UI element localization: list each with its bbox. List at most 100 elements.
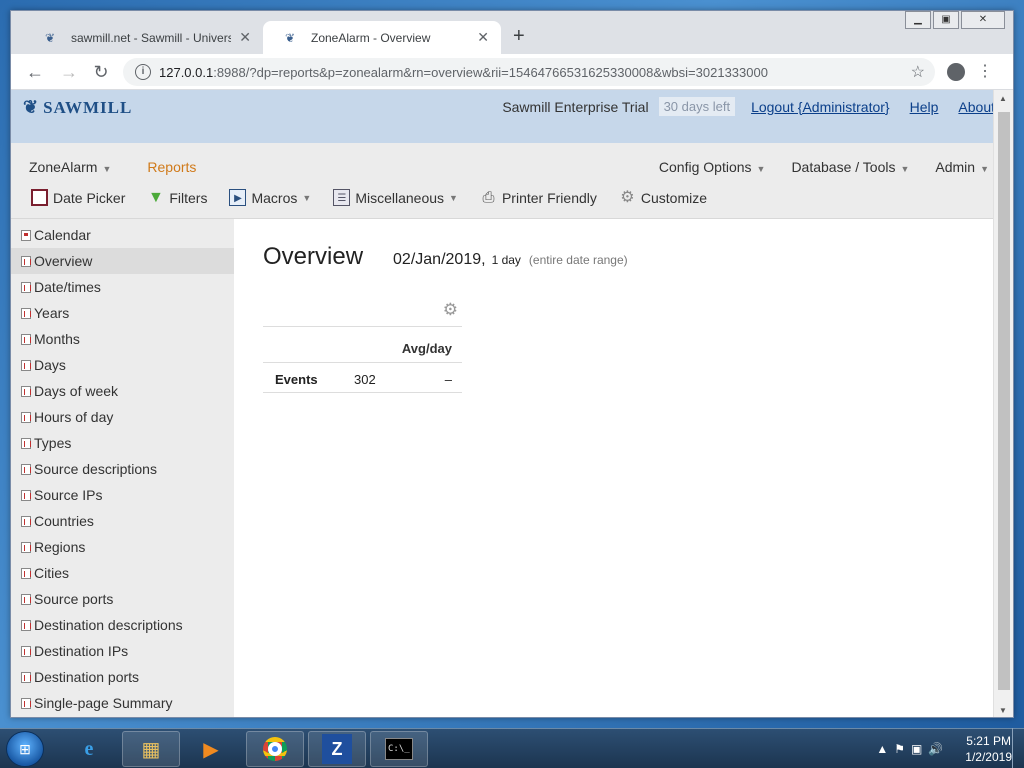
browser-menu-icon[interactable]: ⋮	[977, 60, 993, 84]
database-tools-menu[interactable]: Database / Tools ▼	[791, 159, 909, 175]
media-player-icon[interactable]: ▶	[182, 731, 240, 767]
filters-label: Filters	[169, 189, 208, 206]
maximize-button[interactable]: ▣	[933, 11, 959, 29]
sidebar-item-single-page-summary[interactable]: Single-page Summary	[11, 690, 234, 716]
header-links: Sawmill Enterprise Trial 30 days left Lo…	[502, 97, 995, 116]
sidebar-item-regions[interactable]: Regions	[11, 534, 234, 560]
chevron-down-icon: ▼	[302, 192, 312, 203]
macros-button[interactable]: ▶ Macros ▼	[229, 189, 311, 206]
filters-button[interactable]: ▼ Filters	[147, 189, 208, 206]
profile-menu[interactable]: ZoneAlarm ▼	[29, 159, 111, 175]
menu-right: Config Options ▼ Database / Tools ▼ Admin ▼	[633, 159, 989, 175]
command-prompt-icon[interactable]: C:\_	[370, 731, 428, 767]
printer-icon: ⎙	[482, 189, 495, 206]
calendar-icon	[21, 229, 31, 241]
profile-avatar-icon[interactable]	[947, 63, 965, 81]
about-link[interactable]: About	[958, 99, 995, 115]
play-macro-icon: ▶	[229, 189, 247, 206]
sidebar-item-types[interactable]: Types	[11, 430, 234, 456]
tray-icons[interactable]: ▲⚑▣🔊	[876, 742, 949, 756]
reports-menu[interactable]: Reports	[147, 159, 196, 175]
gear-icon: ⚙	[620, 189, 635, 206]
sidebar-item-destination-ports[interactable]: Destination ports	[11, 664, 234, 690]
report-main: Overview 02/Jan/2019, 1 day (entire date…	[234, 219, 995, 717]
tab-close-icon[interactable]: ✕	[239, 29, 251, 46]
sidebar-item-destination-descriptions[interactable]: Destination descriptions	[11, 612, 234, 638]
scroll-thumb[interactable]	[998, 112, 1010, 690]
report-chart-icon	[21, 489, 31, 501]
tab-zonealarm-overview[interactable]: ❦ ZoneAlarm - Overview ✕	[263, 21, 501, 54]
chevron-down-icon: ▼	[900, 164, 910, 174]
tab-close-icon[interactable]: ✕	[477, 29, 489, 46]
scroll-down-icon[interactable]: ▼	[999, 706, 1007, 715]
report-chart-icon	[21, 515, 31, 527]
config-options-menu[interactable]: Config Options ▼	[659, 159, 766, 175]
report-chart-icon	[21, 437, 31, 449]
help-link[interactable]: Help	[910, 99, 939, 115]
sidebar-item-years[interactable]: Years	[11, 300, 234, 326]
miscellaneous-button[interactable]: ☰ Miscellaneous ▼	[333, 189, 458, 206]
close-window-button[interactable]: ✕	[961, 11, 1005, 29]
start-button[interactable]: ⊞	[6, 731, 44, 767]
logout-link[interactable]: Logout {Administrator}	[751, 99, 890, 115]
sidebar-item-label: Types	[34, 435, 72, 451]
back-icon[interactable]: ←	[23, 60, 47, 84]
sidebar-item-destination-ips[interactable]: Destination IPs	[11, 638, 234, 664]
customize-button[interactable]: ⚙ Customize	[619, 189, 707, 206]
date-picker-button[interactable]: Date Picker	[31, 189, 125, 206]
table-divider	[263, 392, 462, 393]
database-tools-label: Database / Tools	[791, 159, 896, 175]
sidebar-item-source-ports[interactable]: Source ports	[11, 586, 234, 612]
chrome-icon[interactable]	[246, 731, 304, 767]
sidebar-item-days-of-week[interactable]: Days of week	[11, 378, 234, 404]
sidebar-item-label: Regions	[34, 539, 86, 555]
url-path: :8988/?dp=reports&p=zonealarm&rn=overvie…	[213, 64, 768, 80]
sidebar-item-label: Date/times	[34, 279, 101, 295]
internet-explorer-icon[interactable]: e	[60, 731, 118, 767]
filter-funnel-icon: ▼	[147, 189, 164, 206]
scroll-up-icon[interactable]: ▲	[999, 94, 1007, 103]
sidebar-item-label: Countries	[34, 513, 94, 529]
list-icon: ☰	[333, 189, 351, 206]
report-title-row: Overview 02/Jan/2019, 1 day (entire date…	[263, 243, 628, 271]
table-options-gear-icon[interactable]: ⚙	[443, 300, 458, 320]
sidebar-item-source-ips[interactable]: Source IPs	[11, 482, 234, 508]
sidebar-item-overview[interactable]: Overview	[11, 248, 234, 274]
site-info-icon[interactable]: i	[135, 64, 151, 80]
show-desktop-button[interactable]	[1012, 728, 1024, 768]
sidebar-item-calendar[interactable]: Calendar	[11, 222, 234, 248]
sidebar-item-countries[interactable]: Countries	[11, 508, 234, 534]
sidebar-item-label: Days	[34, 357, 66, 373]
file-explorer-icon[interactable]: ▦	[122, 731, 180, 767]
new-tab-button[interactable]: +	[513, 25, 525, 47]
chevron-down-icon: ▼	[449, 192, 458, 203]
report-chart-icon	[21, 255, 31, 267]
sawmill-page: ❦ SAWMILL Sawmill Enterprise Trial 30 da…	[11, 90, 995, 717]
address-bar[interactable]: i 127.0.0.1 :8988/?dp=reports&p=zonealar…	[123, 58, 935, 86]
forward-icon[interactable]: →	[57, 60, 81, 84]
sidebar-item-source-descriptions[interactable]: Source descriptions	[11, 456, 234, 482]
zonealarm-icon[interactable]: Z	[308, 731, 366, 767]
trial-label: Sawmill Enterprise Trial	[502, 98, 649, 115]
sidebar-item-months[interactable]: Months	[11, 326, 234, 352]
report-chart-icon	[21, 281, 31, 293]
admin-menu[interactable]: Admin ▼	[935, 159, 989, 175]
report-chart-icon	[21, 619, 31, 631]
config-options-label: Config Options	[658, 159, 752, 175]
tab-sawmill-net[interactable]: ❦ sawmill.net - Sawmill - Universal ✕	[23, 21, 263, 54]
minimize-button[interactable]: ▁	[905, 11, 931, 29]
reload-icon[interactable]: ↻	[89, 60, 113, 84]
sidebar-item-label: Hours of day	[34, 409, 114, 425]
printer-friendly-button[interactable]: ⎙ Printer Friendly	[480, 189, 596, 206]
vertical-scrollbar[interactable]: ▲ ▼	[993, 90, 1013, 717]
sidebar-item-hours-of-day[interactable]: Hours of day	[11, 404, 234, 430]
admin-label: Admin	[935, 159, 976, 175]
sawmill-logo[interactable]: ❦ SAWMILL	[23, 97, 132, 118]
tab-strip: ❦ sawmill.net - Sawmill - Universal ✕ ❦ …	[11, 11, 1013, 54]
sidebar-item-cities[interactable]: Cities	[11, 560, 234, 586]
sidebar-item-date-times[interactable]: Date/times	[11, 274, 234, 300]
clock[interactable]: 5:21 PM 1/2/2019	[965, 733, 1012, 765]
bookmark-star-icon[interactable]: ☆	[911, 62, 925, 82]
sidebar-item-days[interactable]: Days	[11, 352, 234, 378]
url-host: 127.0.0.1	[159, 64, 214, 80]
